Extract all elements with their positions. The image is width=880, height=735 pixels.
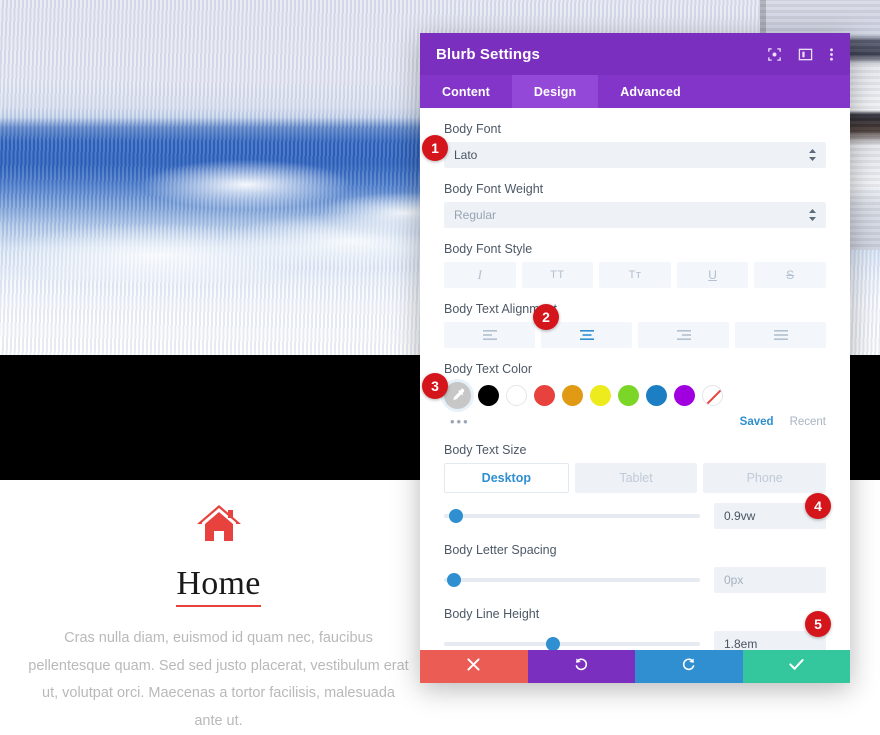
slider-track — [444, 514, 700, 518]
body-line-height-label: Body Line Height — [444, 607, 826, 621]
body-font-label: Body Font — [444, 122, 826, 136]
uppercase-icon[interactable]: TT — [522, 262, 594, 288]
step-badge-5: 5 — [805, 611, 831, 637]
redo-icon — [681, 657, 696, 677]
body-font-select[interactable]: Lato — [444, 142, 826, 168]
body-font-weight-label: Body Font Weight — [444, 182, 826, 196]
more-colors-icon[interactable]: ••• — [450, 414, 470, 429]
chevron-updown-icon — [809, 149, 816, 161]
save-button[interactable] — [743, 650, 851, 683]
field-body-font-style: Body Font Style I TT Tт U S — [444, 242, 826, 288]
panel-header: Blurb Settings — [420, 33, 850, 75]
body-text-size-slider[interactable] — [444, 509, 700, 523]
blurb-settings-panel[interactable]: Blurb Settings Content Design Advanced B… — [420, 33, 850, 683]
body-font-style-label: Body Font Style — [444, 242, 826, 256]
color-meta-row: ••• Saved Recent — [444, 414, 826, 429]
body-line-height-slider[interactable] — [444, 637, 700, 650]
step-badge-1: 1 — [422, 135, 448, 161]
tab-advanced[interactable]: Advanced — [598, 75, 703, 108]
close-icon — [467, 658, 480, 676]
tab-content[interactable]: Content — [420, 75, 512, 108]
panel-tabs[interactable]: Content Design Advanced — [420, 75, 850, 108]
field-body-text-size: Body Text Size Desktop Tablet Phone 0.9v… — [444, 443, 826, 529]
align-right-icon[interactable] — [638, 322, 729, 348]
swatch-white[interactable] — [506, 385, 527, 406]
slider-track — [444, 578, 700, 582]
blurb-module: Home Cras nulla diam, euismod id quam ne… — [0, 480, 437, 735]
color-swatch-row[interactable] — [444, 382, 826, 409]
blurb-title: Home — [176, 565, 260, 607]
tab-design[interactable]: Design — [512, 75, 598, 108]
slider-track — [444, 642, 700, 646]
field-body-text-color: Body Text Color ••• Saved Recent — [444, 362, 826, 429]
field-body-letter-spacing: Body Letter Spacing 0px — [444, 543, 826, 593]
field-body-font: Body Font Lato — [444, 122, 826, 168]
swatch-yellow[interactable] — [590, 385, 611, 406]
field-body-font-weight: Body Font Weight Regular — [444, 182, 826, 228]
body-font-weight-select[interactable]: Regular — [444, 202, 826, 228]
fullscreen-icon[interactable] — [767, 47, 782, 62]
body-letter-spacing-slider-row: 0px — [444, 567, 826, 593]
undo-icon — [574, 657, 589, 677]
swatch-green[interactable] — [618, 385, 639, 406]
step-badge-2: 2 — [533, 304, 559, 330]
swatch-blue[interactable] — [646, 385, 667, 406]
saved-colors-link[interactable]: Saved — [740, 416, 774, 428]
body-text-alignment-label: Body Text Alignment — [444, 302, 826, 316]
small-caps-glyph: Tт — [629, 269, 642, 281]
device-tabs[interactable]: Desktop Tablet Phone — [444, 463, 826, 493]
eyedropper-icon[interactable] — [444, 382, 471, 409]
swatch-red[interactable] — [534, 385, 555, 406]
checkmark-icon — [789, 658, 804, 676]
swatch-black[interactable] — [478, 385, 499, 406]
swatch-purple[interactable] — [674, 385, 695, 406]
slider-knob[interactable] — [447, 573, 461, 587]
undo-button[interactable] — [528, 650, 636, 683]
body-letter-spacing-slider[interactable] — [444, 573, 700, 587]
uppercase-glyph: TT — [550, 269, 564, 281]
align-justify-icon[interactable] — [735, 322, 826, 348]
small-caps-icon[interactable]: Tт — [599, 262, 671, 288]
italic-icon[interactable]: I — [444, 262, 516, 288]
step-badge-4: 4 — [805, 493, 831, 519]
panel-title: Blurb Settings — [436, 46, 767, 63]
redo-button[interactable] — [635, 650, 743, 683]
body-letter-spacing-label: Body Letter Spacing — [444, 543, 826, 557]
body-line-height-slider-row: 1.8em — [444, 631, 826, 650]
strikethrough-icon[interactable]: S — [754, 262, 826, 288]
panel-body: Body Font Lato Body Font Weight Regular … — [420, 108, 850, 650]
kebab-menu-icon[interactable] — [829, 47, 834, 62]
field-body-line-height: Body Line Height 1.8em — [444, 607, 826, 650]
swatch-none[interactable] — [702, 385, 723, 406]
home-icon — [0, 502, 437, 549]
strikethrough-glyph: S — [786, 268, 794, 282]
cancel-button[interactable] — [420, 650, 528, 683]
panel-action-bar[interactable] — [420, 650, 850, 683]
body-letter-spacing-value[interactable]: 0px — [714, 567, 826, 593]
body-font-value: Lato — [454, 148, 477, 162]
body-text-alignment-buttons[interactable] — [444, 322, 826, 348]
device-tab-desktop[interactable]: Desktop — [444, 463, 569, 493]
field-body-text-alignment: Body Text Alignment — [444, 302, 826, 348]
device-tab-phone[interactable]: Phone — [703, 463, 826, 493]
body-font-weight-value: Regular — [454, 208, 496, 222]
recent-colors-link[interactable]: Recent — [790, 416, 826, 428]
underline-glyph: U — [708, 268, 717, 282]
body-text-size-label: Body Text Size — [444, 443, 826, 457]
italic-glyph: I — [478, 267, 482, 283]
panel-header-icons — [767, 47, 834, 62]
align-left-icon[interactable] — [444, 322, 535, 348]
step-badge-3: 3 — [422, 373, 448, 399]
slider-knob[interactable] — [546, 637, 560, 650]
device-tab-tablet[interactable]: Tablet — [575, 463, 698, 493]
swatch-orange[interactable] — [562, 385, 583, 406]
blurb-body-text: Cras nulla diam, euismod id quam nec, fa… — [26, 625, 411, 735]
layout-columns-icon[interactable] — [798, 47, 813, 62]
slider-knob[interactable] — [449, 509, 463, 523]
body-text-size-slider-row: 0.9vw — [444, 503, 826, 529]
underline-icon[interactable]: U — [677, 262, 749, 288]
body-text-color-label: Body Text Color — [444, 362, 826, 376]
body-font-style-buttons[interactable]: I TT Tт U S — [444, 262, 826, 288]
chevron-updown-icon — [809, 209, 816, 221]
